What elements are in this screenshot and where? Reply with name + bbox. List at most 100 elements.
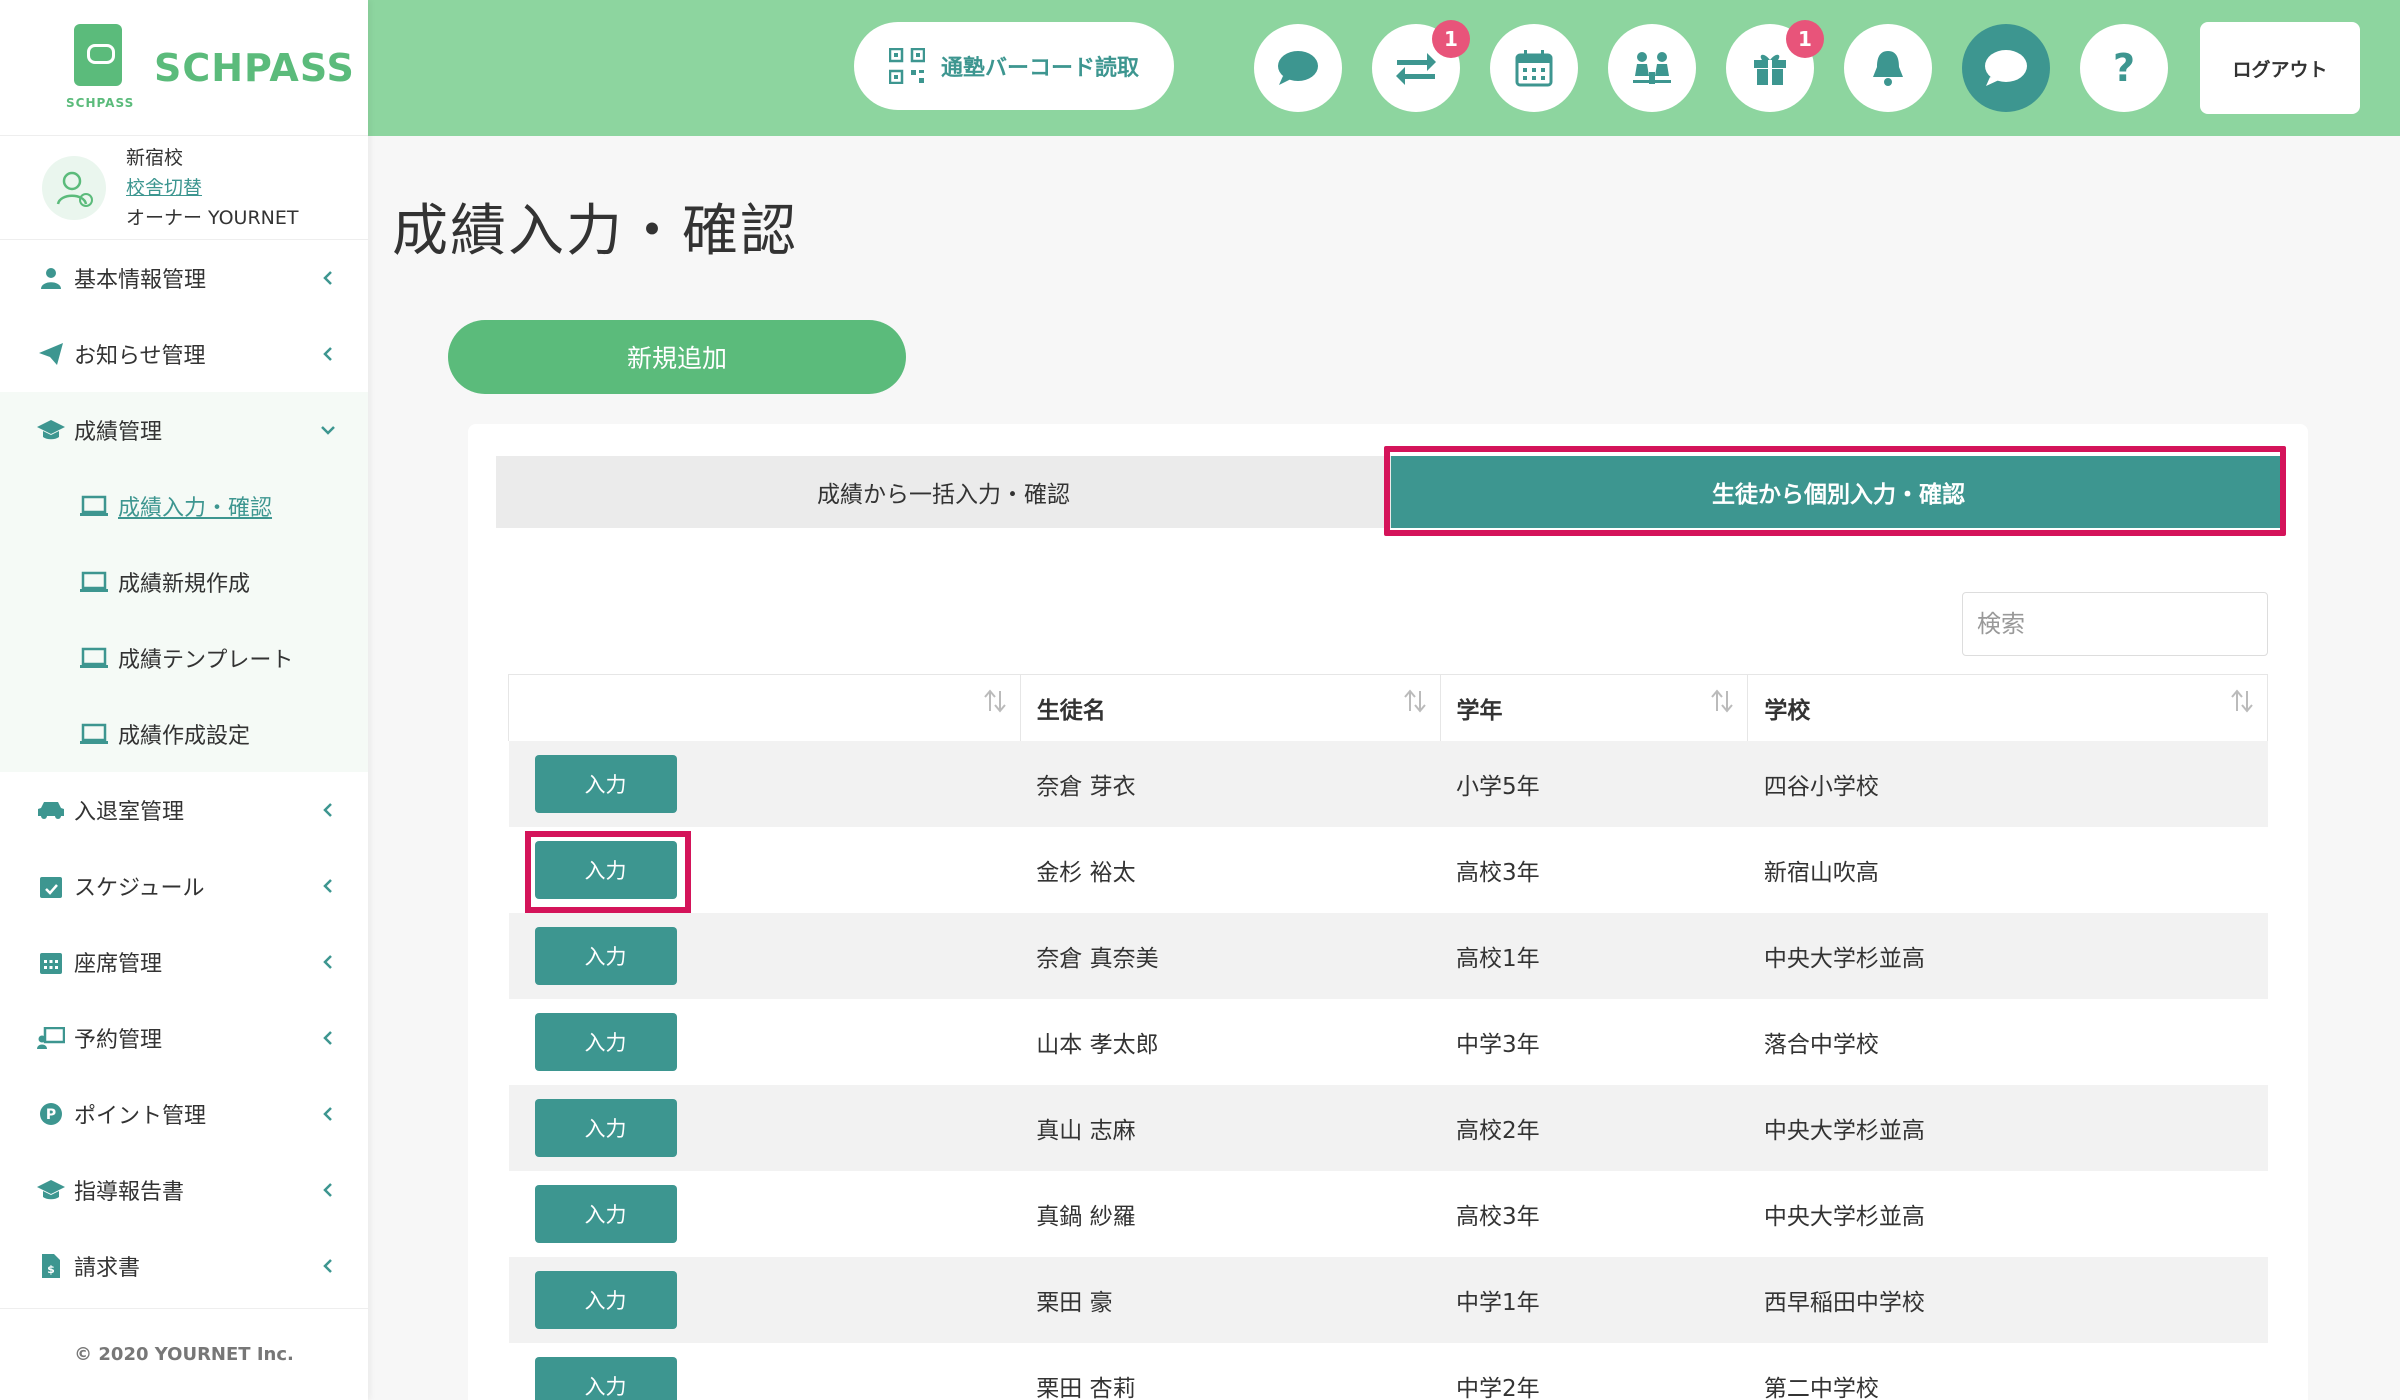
- sort-icon: [1711, 689, 1734, 719]
- sidebar-item-attendance[interactable]: 入退室管理: [0, 772, 368, 848]
- table-row: 入力 真鍋 紗羅 高校3年 中央大学杉並高: [508, 1170, 2268, 1257]
- gift-badge: 1: [1786, 20, 1824, 58]
- gift-icon: [1754, 54, 1786, 85]
- gift-button[interactable]: 1: [1726, 20, 1824, 112]
- user-icon: [36, 267, 66, 289]
- sidebar-item-reports[interactable]: 指導報告書: [0, 1152, 368, 1228]
- tab-highlight-frame: [1384, 446, 2286, 536]
- search-input[interactable]: [1962, 592, 2268, 656]
- column-header-student-name[interactable]: 生徒名: [1019, 674, 1441, 741]
- school-cell: 四谷小学校: [1747, 740, 2268, 827]
- table-row: 入力 栗田 豪 中学1年 西早稲田中学校: [508, 1256, 2268, 1343]
- sidebar-subitem-grade-input[interactable]: 成績入力・確認: [0, 468, 368, 544]
- input-button[interactable]: 入力: [534, 1184, 677, 1243]
- messages-button[interactable]: [1962, 24, 2050, 112]
- qr-code-icon: [888, 48, 925, 84]
- help-button[interactable]: ?: [2080, 24, 2168, 112]
- transfer-button[interactable]: 1: [1372, 20, 1470, 112]
- school-cell: 第二中学校: [1747, 1342, 2268, 1400]
- laptop-icon: [80, 647, 112, 669]
- table-row: 入力 栗田 杏莉 中学2年 第二中学校: [508, 1342, 2268, 1400]
- grade-cell: 小学5年: [1440, 740, 1748, 827]
- student-name-cell: 山本 孝太郎: [1020, 998, 1440, 1085]
- barcode-read-label: 通塾バーコード読取: [940, 56, 1139, 81]
- brand[interactable]: SCHPASS SCHPASS: [0, 0, 368, 136]
- sidebar-group-grades: 成績管理 成績入力・確認 成績新規作成 成績テンプレート 成績作成設定: [0, 392, 368, 772]
- laptop-icon: [80, 495, 112, 517]
- calendar-check-icon: [36, 874, 66, 898]
- school-cell: 西早稲田中学校: [1747, 1256, 2268, 1343]
- sidebar-item-basic-info[interactable]: 基本情報管理: [0, 240, 368, 316]
- sidebar: SCHPASS SCHPASS 新宿校 校舎切替 オーナー YOURNET 基本…: [0, 0, 368, 1400]
- barcode-read-button[interactable]: 通塾バーコード読取: [854, 22, 1174, 110]
- add-new-button[interactable]: 新規追加: [448, 320, 906, 394]
- sidebar-item-invoices[interactable]: $ 請求書: [0, 1228, 368, 1304]
- grade-cell: 高校2年: [1440, 1084, 1748, 1171]
- sidebar-subitem-grade-settings[interactable]: 成績作成設定: [0, 696, 368, 772]
- car-icon: [36, 800, 66, 820]
- column-header-grade[interactable]: 学年: [1439, 674, 1749, 741]
- school-switch-link[interactable]: 校舎切替: [126, 173, 299, 203]
- sidebar-item-schedule[interactable]: スケジュール: [0, 848, 368, 924]
- grade-cell: 高校3年: [1440, 826, 1748, 913]
- graduation-cap-icon: [36, 420, 66, 440]
- table-row: 入力 奈倉 真奈美 高校1年 中央大学杉並高: [508, 912, 2268, 999]
- question-icon: ?: [2112, 46, 2136, 90]
- laptop-icon: [80, 723, 112, 745]
- avatar: [42, 155, 106, 220]
- table-row: 入力 真山 志麻 高校2年 中央大学杉並高: [508, 1084, 2268, 1171]
- column-header-school[interactable]: 学校: [1747, 674, 2268, 741]
- grade-cell: 中学3年: [1440, 998, 1748, 1085]
- top-header: 通塾バーコード読取 1 1 ? ログアウト: [368, 0, 2400, 136]
- svg-text:P: P: [46, 1107, 56, 1123]
- school-cell: 中央大学杉並高: [1747, 912, 2268, 999]
- meeting-button[interactable]: [1608, 24, 1696, 112]
- column-header-action[interactable]: [508, 674, 1021, 741]
- student-name-cell: 真鍋 紗羅: [1020, 1170, 1440, 1257]
- laptop-icon: [80, 571, 112, 593]
- input-button[interactable]: 入力: [534, 1356, 677, 1400]
- tab-bulk-by-grade[interactable]: 成績から一括入力・確認: [496, 456, 1391, 528]
- table-row: 入力 山本 孝太郎 中学3年 落合中学校: [508, 998, 2268, 1085]
- table-row: 入力 金杉 裕太 高校3年 新宿山吹高: [508, 826, 2268, 913]
- input-button[interactable]: 入力: [534, 754, 677, 813]
- grade-cell: 高校3年: [1440, 1170, 1748, 1257]
- chevron-left-icon: [318, 1104, 338, 1124]
- school-cell: 落合中学校: [1747, 998, 2268, 1085]
- people-meeting-icon: [1633, 52, 1671, 84]
- input-button[interactable]: 入力: [524, 830, 691, 913]
- chat-button[interactable]: [1254, 24, 1342, 112]
- calendar-grid-icon: [36, 950, 66, 974]
- chevron-left-icon: [318, 1256, 338, 1276]
- table-header-row: 生徒名 学年 学校: [508, 674, 2268, 741]
- chevron-left-icon: [318, 344, 338, 364]
- sidebar-item-seats[interactable]: 座席管理: [0, 924, 368, 1000]
- student-table: 生徒名 学年 学校 入力 奈倉 芽衣 小学5年 四谷小学校 入力 金杉 裕太 高…: [508, 674, 2268, 1400]
- sidebar-item-reservations[interactable]: 予約管理: [0, 1000, 368, 1076]
- school-cell: 新宿山吹高: [1747, 826, 2268, 913]
- input-button[interactable]: 入力: [534, 926, 677, 985]
- teacher-board-icon: [36, 1027, 66, 1049]
- sort-icon: [2231, 689, 2253, 719]
- notification-button[interactable]: [1844, 24, 1932, 112]
- sidebar-item-grades[interactable]: 成績管理: [0, 392, 368, 468]
- input-button[interactable]: 入力: [534, 1098, 677, 1157]
- grade-cell: 中学1年: [1440, 1256, 1748, 1343]
- exchange-arrows-icon: [1396, 53, 1436, 85]
- input-button[interactable]: 入力: [534, 1012, 677, 1071]
- brand-name: SCHPASS: [154, 45, 355, 90]
- student-name-cell: 真山 志麻: [1020, 1084, 1440, 1171]
- graduation-cap-icon: [36, 1180, 66, 1200]
- sidebar-item-news[interactable]: お知らせ管理: [0, 316, 368, 392]
- sidebar-subitem-grade-template[interactable]: 成績テンプレート: [0, 620, 368, 696]
- school-info: 新宿校 校舎切替 オーナー YOURNET: [0, 136, 368, 240]
- logout-button[interactable]: ログアウト: [2200, 22, 2360, 114]
- table-row: 入力 奈倉 芽衣 小学5年 四谷小学校: [508, 740, 2268, 827]
- chevron-left-icon: [318, 1180, 338, 1200]
- bell-icon: [1873, 51, 1903, 86]
- calendar-button[interactable]: [1490, 24, 1578, 112]
- chevron-left-icon: [318, 800, 338, 820]
- input-button[interactable]: 入力: [534, 1270, 677, 1329]
- sidebar-item-points[interactable]: P ポイント管理: [0, 1076, 368, 1152]
- sidebar-subitem-grade-create[interactable]: 成績新規作成: [0, 544, 368, 620]
